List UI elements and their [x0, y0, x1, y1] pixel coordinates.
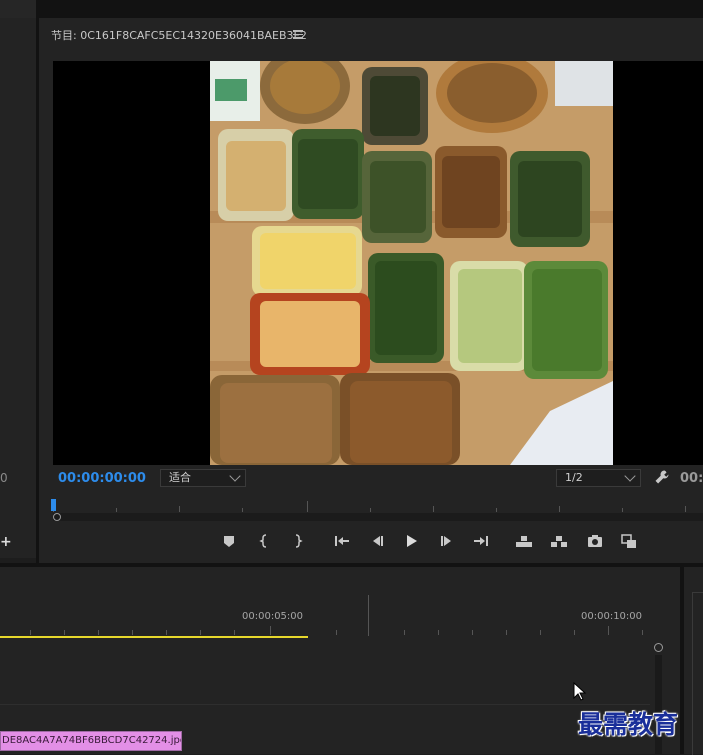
chevron-down-icon	[624, 470, 636, 482]
go-to-out-icon[interactable]	[471, 531, 491, 551]
compare-icon[interactable]	[619, 531, 639, 551]
step-forward-icon[interactable]	[437, 531, 457, 551]
timeline-clip[interactable]: DE8AC4A7A74BF6BBCD7C42724.jpg	[0, 731, 182, 751]
zoom-scroll-bar[interactable]	[53, 513, 703, 521]
right-panel-frame	[692, 592, 703, 755]
current-timecode[interactable]: 00:00:00:00	[58, 471, 146, 486]
work-area-bar[interactable]	[0, 636, 308, 638]
camera-icon[interactable]	[585, 531, 605, 551]
top-bar	[0, 0, 703, 18]
mark-out-icon[interactable]	[287, 531, 307, 551]
program-monitor-title[interactable]: 节目: 0C161F8CAFC5EC14320E36041BAEB3F2	[51, 27, 307, 43]
watermark-text: 最需教育	[578, 710, 679, 739]
top-tab-left[interactable]	[0, 0, 36, 18]
end-timecode-partial: 00:	[680, 471, 703, 486]
fit-dropdown[interactable]: 适合	[160, 469, 246, 487]
play-icon[interactable]	[401, 531, 421, 551]
mark-in-icon[interactable]	[255, 531, 275, 551]
step-back-icon[interactable]	[367, 531, 387, 551]
go-to-in-icon[interactable]	[332, 531, 352, 551]
track-separator	[0, 704, 650, 705]
vertical-scroll-handle-top[interactable]	[654, 643, 663, 652]
playhead[interactable]	[51, 499, 56, 511]
food-photo	[210, 61, 613, 465]
lift-icon[interactable]	[514, 531, 534, 551]
add-button[interactable]: +	[0, 534, 12, 550]
resolution-dropdown-label: 1/2	[565, 471, 583, 484]
monitor-time-ruler[interactable]	[53, 496, 703, 514]
resolution-dropdown[interactable]: 1/2	[556, 469, 641, 487]
timeline-ruler[interactable]	[0, 624, 645, 636]
left-panel-number: 0	[0, 471, 8, 485]
mouse-cursor-icon	[573, 681, 587, 702]
extract-icon[interactable]	[549, 531, 569, 551]
fit-dropdown-label: 适合	[169, 471, 191, 484]
hamburger-icon[interactable]	[293, 29, 303, 39]
zoom-handle[interactable]	[53, 513, 61, 521]
wrench-icon[interactable]	[654, 469, 670, 485]
time-label-5s: 00:00:05:00	[242, 611, 304, 622]
marker-icon[interactable]	[219, 531, 239, 551]
time-label-10s: 00:00:10:00	[581, 611, 643, 622]
chevron-down-icon	[229, 470, 241, 482]
clip-name: DE8AC4A7A74BF6BBCD7C42724.jpg	[2, 735, 182, 746]
